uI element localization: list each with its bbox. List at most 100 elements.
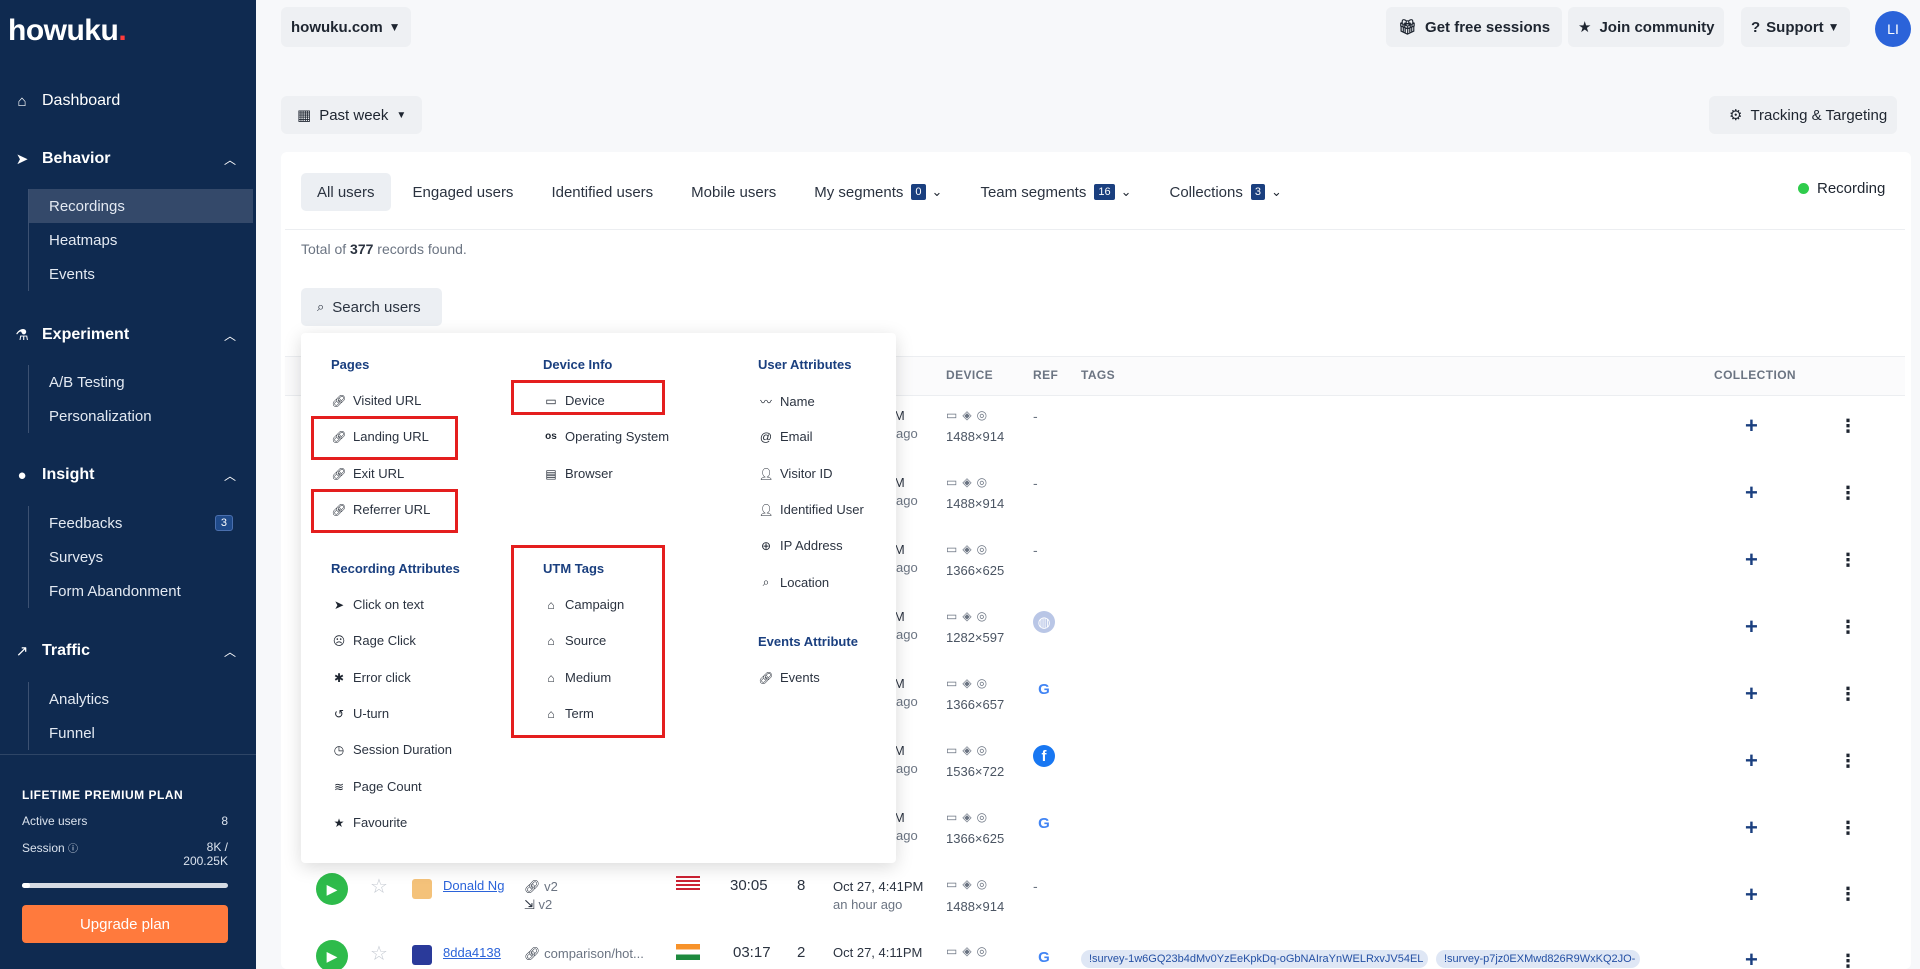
tab-all-users[interactable]: All users bbox=[301, 173, 391, 211]
play-button[interactable]: ▶ bbox=[316, 940, 348, 969]
add-to-collection-button[interactable]: + bbox=[1745, 413, 1758, 439]
more-options-icon[interactable]: ⋮ bbox=[1839, 684, 1857, 705]
tag[interactable]: !survey-p7jz0EXMwd826R9WxKQ2JO- bbox=[1436, 950, 1640, 968]
join-community-button[interactable]: ★ Join community bbox=[1568, 7, 1725, 47]
page-link[interactable]: 🔗︎ comparison/hot... bbox=[524, 946, 644, 962]
device-icons: ▭◈◎ bbox=[946, 810, 993, 824]
search-users-button[interactable]: ⌕ Search users bbox=[301, 288, 442, 326]
link-icon: 🔗︎ bbox=[524, 946, 541, 961]
add-to-collection-button[interactable]: + bbox=[1745, 748, 1758, 774]
tracking-targeting-button[interactable]: ⚙ Tracking & Targeting bbox=[1709, 96, 1898, 134]
upgrade-plan-button[interactable]: Upgrade plan bbox=[22, 905, 228, 943]
chevron-up-icon[interactable]: ︿ bbox=[224, 467, 236, 484]
user-link[interactable]: Donald Ng bbox=[443, 878, 504, 893]
filter-rage-click[interactable]: ☹ Rage Click bbox=[331, 633, 416, 648]
filter-session-duration[interactable]: ◷ Session Duration bbox=[331, 742, 452, 757]
chevron-up-icon[interactable]: ︿ bbox=[224, 327, 236, 344]
add-to-collection-button[interactable]: + bbox=[1745, 815, 1758, 841]
more-options-icon[interactable]: ⋮ bbox=[1839, 617, 1857, 638]
filter-exit-url[interactable]: 🔗︎ Exit URL bbox=[331, 466, 404, 481]
filter-visitor-id[interactable]: 👤︎ Visitor ID bbox=[758, 466, 832, 481]
more-options-icon[interactable]: ⋮ bbox=[1839, 751, 1857, 772]
chart-line-icon: ↗ bbox=[15, 643, 29, 660]
sidebar-item-surveys[interactable]: Surveys bbox=[29, 540, 253, 574]
filter-favourite[interactable]: ★ Favourite bbox=[331, 815, 408, 830]
chevron-up-icon[interactable]: ︿ bbox=[224, 151, 236, 168]
tab-identified-users[interactable]: Identified users bbox=[535, 173, 669, 211]
session-ago: ago bbox=[896, 627, 918, 642]
filter-u-turn[interactable]: ↺ U-turn bbox=[331, 706, 389, 721]
sidebar-item-feedbacks[interactable]: Feedbacks 3 bbox=[29, 506, 253, 540]
chevron-down-icon: ▼ bbox=[1827, 20, 1840, 34]
user-link[interactable]: 8dda4138 bbox=[443, 945, 501, 960]
play-button[interactable]: ▶ bbox=[316, 873, 348, 905]
sidebar-item-form-abandonment[interactable]: Form Abandonment bbox=[29, 574, 253, 608]
referrer: - bbox=[1033, 878, 1038, 894]
sidebar-item-events[interactable]: Events bbox=[29, 257, 253, 291]
date-range-selector[interactable]: ▦ Past week ▼ bbox=[281, 96, 423, 134]
sidebar-item-heatmaps[interactable]: Heatmaps bbox=[29, 223, 253, 257]
filter-location[interactable]: ⌕ Location bbox=[758, 575, 830, 590]
location-search-icon: ⌕ bbox=[762, 575, 770, 589]
link-icon: 🔗︎ bbox=[331, 393, 347, 408]
support-button[interactable]: ? Support ▼ bbox=[1741, 7, 1850, 47]
tab-engaged-users[interactable]: Engaged users bbox=[397, 173, 530, 211]
favourite-star-icon[interactable]: ☆ bbox=[370, 874, 388, 899]
resolution: 1488×914 bbox=[946, 429, 1005, 444]
nav-dashboard[interactable]: ⌂ Dashboard bbox=[12, 92, 120, 110]
site-selector[interactable]: howuku.com ▼ bbox=[281, 7, 411, 47]
globe-icon: ◍ bbox=[1033, 611, 1055, 633]
filter-identified-user[interactable]: 👤︎ Identified User bbox=[758, 502, 863, 517]
nav-traffic[interactable]: ↗ Traffic ︿ bbox=[12, 642, 236, 660]
sidebar-item-ab-testing[interactable]: A/B Testing bbox=[29, 365, 253, 399]
more-options-icon[interactable]: ⋮ bbox=[1839, 550, 1857, 571]
page-link[interactable]: 🔗︎ v2 bbox=[524, 879, 558, 895]
filter-click-on-text[interactable]: ➤ Click on text bbox=[331, 597, 424, 612]
more-options-icon[interactable]: ⋮ bbox=[1839, 951, 1857, 969]
at-icon: @ bbox=[759, 429, 773, 444]
filter-browser[interactable]: ▤ Browser bbox=[543, 466, 612, 481]
add-to-collection-button[interactable]: + bbox=[1745, 480, 1758, 506]
sidebar-item-personalization[interactable]: Personalization bbox=[29, 399, 253, 433]
filter-ip-address[interactable]: ⊕ IP Address bbox=[758, 538, 843, 553]
filter-events[interactable]: 🔗︎ Events bbox=[758, 670, 819, 685]
more-options-icon[interactable]: ⋮ bbox=[1839, 884, 1857, 905]
nav-experiment[interactable]: ⚗ Experiment ︿ bbox=[12, 326, 236, 344]
sidebar-item-analytics[interactable]: Analytics bbox=[29, 682, 253, 716]
lightbulb-icon: ● bbox=[17, 466, 27, 484]
tab-mobile-users[interactable]: Mobile users bbox=[675, 173, 792, 211]
logo[interactable]: howuku. bbox=[8, 14, 127, 48]
sidebar-item-funnel[interactable]: Funnel bbox=[29, 716, 253, 750]
chevron-up-icon[interactable]: ︿ bbox=[224, 643, 236, 660]
filter-email[interactable]: @ Email bbox=[758, 429, 813, 444]
add-to-collection-button[interactable]: + bbox=[1745, 947, 1758, 969]
favourite-star-icon[interactable]: ☆ bbox=[370, 941, 388, 966]
avatar[interactable]: LI bbox=[1875, 11, 1911, 47]
filter-operating-system[interactable]: os Operating System bbox=[543, 429, 669, 444]
nav-behavior[interactable]: ➤ Behavior ︿ bbox=[12, 150, 236, 168]
avatar bbox=[412, 945, 432, 965]
filter-name[interactable]: 〰 Name bbox=[758, 393, 815, 410]
star-icon: ★ bbox=[1578, 19, 1592, 36]
more-options-icon[interactable]: ⋮ bbox=[1839, 818, 1857, 839]
tab-my-segments[interactable]: My segments 0 ⌄ bbox=[798, 173, 958, 211]
filter-error-click[interactable]: ✱ Error click bbox=[331, 670, 411, 685]
sidebar-item-recordings[interactable]: Recordings bbox=[29, 189, 253, 223]
session-date: Oct 27, 4:11PM bbox=[833, 945, 923, 960]
add-to-collection-button[interactable]: + bbox=[1745, 681, 1758, 707]
session-ago: ago bbox=[896, 426, 918, 441]
tag[interactable]: !survey-1w6GQ23b4dMv0YzEeKpkDq-oGbNAIraY… bbox=[1081, 950, 1428, 968]
filter-page-count[interactable]: ≋ Page Count bbox=[331, 779, 422, 794]
get-free-sessions-button[interactable]: 🎁︎ Get free sessions bbox=[1386, 7, 1563, 47]
more-options-icon[interactable]: ⋮ bbox=[1839, 483, 1857, 504]
filter-visited-url[interactable]: 🔗︎ Visited URL bbox=[331, 393, 421, 408]
user-icon: 👤︎ bbox=[758, 466, 774, 481]
more-options-icon[interactable]: ⋮ bbox=[1839, 416, 1857, 437]
device-icons: ▭◈◎ bbox=[946, 877, 993, 891]
tab-collections[interactable]: Collections 3 ⌄ bbox=[1154, 173, 1298, 211]
tab-team-segments[interactable]: Team segments 16 ⌄ bbox=[964, 173, 1147, 211]
nav-insight[interactable]: ● Insight ︿ bbox=[12, 466, 236, 484]
add-to-collection-button[interactable]: + bbox=[1745, 614, 1758, 640]
add-to-collection-button[interactable]: + bbox=[1745, 547, 1758, 573]
add-to-collection-button[interactable]: + bbox=[1745, 882, 1758, 908]
